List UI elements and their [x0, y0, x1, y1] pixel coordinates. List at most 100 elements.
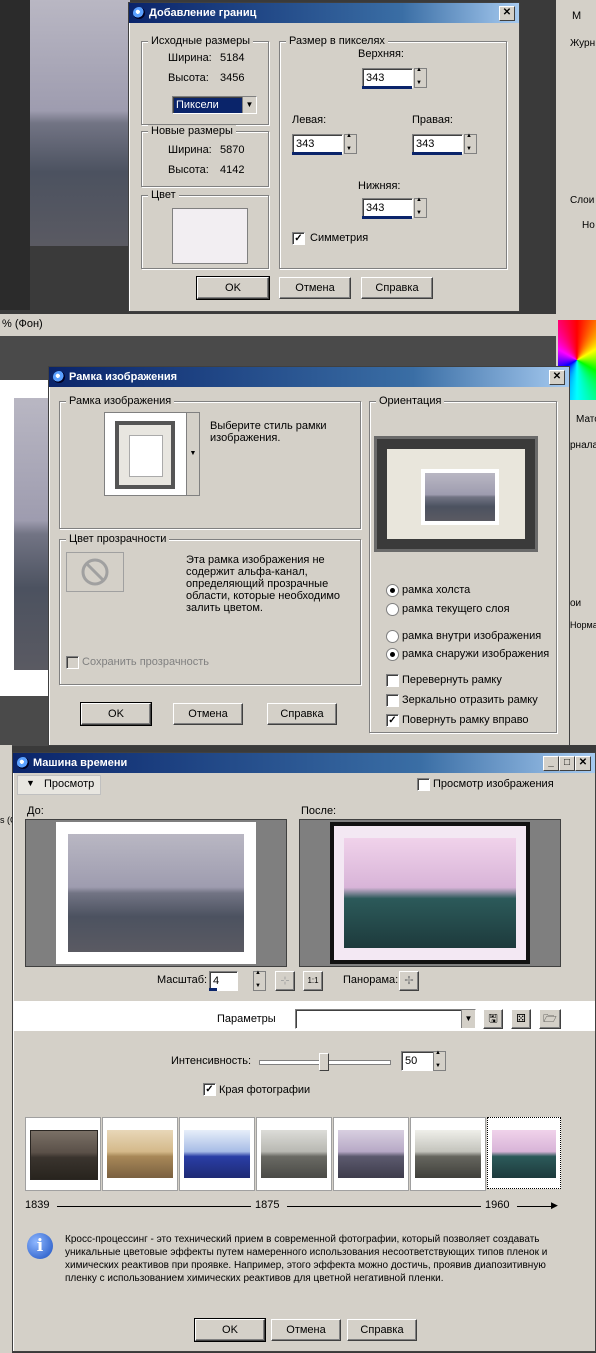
- symmetry-label[interactable]: Симметрия: [310, 232, 368, 244]
- bg-right-item[interactable]: Слои: [570, 195, 594, 206]
- flip-frame-checkbox[interactable]: [386, 674, 399, 687]
- app-icon: [133, 7, 145, 19]
- before-preview[interactable]: [25, 819, 287, 967]
- left-input[interactable]: 343: [292, 134, 343, 154]
- photo-edges-checkbox[interactable]: ✓: [203, 1083, 216, 1096]
- app-icon: [17, 757, 29, 769]
- era-thumb-6[interactable]: [410, 1117, 486, 1191]
- color-group: Цвет: [141, 189, 269, 269]
- group-label: Рамка изображения: [66, 395, 175, 407]
- transparency-swatch[interactable]: [66, 552, 124, 592]
- rotate-frame-checkbox[interactable]: ✓: [386, 714, 399, 727]
- left-spin[interactable]: [344, 133, 357, 154]
- current-layer-frame-label[interactable]: рамка текущего слоя: [402, 603, 510, 615]
- scale-spin[interactable]: [253, 970, 266, 991]
- era-thumb-4[interactable]: [256, 1117, 332, 1191]
- cancel-button[interactable]: Отмена: [271, 1319, 341, 1341]
- era-thumb-image: [30, 1130, 98, 1180]
- bg-right-item[interactable]: Норма: [570, 620, 596, 630]
- era-thumb-image: [338, 1130, 404, 1178]
- top-input[interactable]: 343: [362, 68, 413, 88]
- intensity-spin[interactable]: [433, 1050, 446, 1071]
- frame-preview-button[interactable]: ▼: [104, 412, 200, 496]
- ok-button[interactable]: OK: [196, 276, 270, 300]
- minimize-icon[interactable]: _: [543, 756, 559, 771]
- frame-thumbnail: [115, 421, 175, 489]
- era-thumb-3[interactable]: [179, 1117, 255, 1191]
- era-thumb-5[interactable]: [333, 1117, 409, 1191]
- help-button[interactable]: Справка: [267, 703, 337, 725]
- intensity-input[interactable]: 50: [401, 1051, 434, 1071]
- chevron-down-icon[interactable]: ▼: [461, 1010, 475, 1028]
- keep-transparency-checkbox[interactable]: [66, 656, 79, 669]
- pan-button[interactable]: ✢: [399, 971, 419, 991]
- after-label: После:: [301, 805, 337, 817]
- arrow-right-icon: ▶: [551, 1200, 558, 1210]
- preview-toggle-button[interactable]: ▼ Просмотр: [17, 775, 101, 795]
- flip-frame-label[interactable]: Перевернуть рамку: [402, 674, 502, 686]
- after-preview[interactable]: [299, 819, 561, 967]
- save-preset-button[interactable]: 🖫: [483, 1009, 503, 1029]
- left-label: Левая:: [292, 114, 327, 126]
- bg-right-item[interactable]: рнала: [570, 440, 596, 451]
- intensity-label: Интенсивность:: [171, 1055, 252, 1067]
- help-button[interactable]: Справка: [361, 277, 433, 299]
- bg-right-item[interactable]: ои: [570, 598, 581, 609]
- fit-zoom-button[interactable]: ⊹: [275, 971, 295, 991]
- chevron-down-icon[interactable]: ▼: [242, 97, 256, 113]
- keep-transparency-label[interactable]: Сохранить прозрачность: [82, 656, 209, 668]
- bg-right-item[interactable]: Журн: [570, 38, 595, 49]
- zoom-actual-button[interactable]: 1:1: [303, 971, 323, 991]
- dialog-titlebar[interactable]: Рамка изображения ✕: [49, 367, 569, 387]
- era-thumb-7-selected[interactable]: [487, 1117, 561, 1189]
- inside-frame-radio[interactable]: [386, 630, 399, 643]
- ok-button[interactable]: OK: [194, 1318, 266, 1342]
- era-thumb-image: [415, 1130, 481, 1178]
- preview-image-checkbox[interactable]: [417, 778, 430, 791]
- inside-frame-label[interactable]: рамка внутри изображения: [402, 630, 541, 642]
- slider-thumb[interactable]: [319, 1053, 329, 1071]
- era-thumb-2[interactable]: [102, 1117, 178, 1191]
- right-input[interactable]: 343: [412, 134, 463, 154]
- ok-button[interactable]: OK: [80, 702, 152, 726]
- cancel-button[interactable]: Отмена: [173, 703, 243, 725]
- era-thumb-1[interactable]: [25, 1117, 101, 1191]
- bottom-spin[interactable]: [414, 197, 427, 218]
- cancel-button[interactable]: Отмена: [279, 277, 351, 299]
- photo-edges-label[interactable]: Края фотографии: [219, 1084, 310, 1096]
- current-layer-frame-radio[interactable]: [386, 603, 399, 616]
- close-icon[interactable]: ✕: [575, 756, 591, 771]
- bg-right-item[interactable]: Мато: [576, 414, 596, 425]
- mirror-frame-label[interactable]: Зеркально отразить рамку: [402, 694, 538, 706]
- chevron-down-icon[interactable]: ▼: [186, 413, 199, 495]
- bottom-input[interactable]: 343: [362, 198, 413, 218]
- rotate-frame-label[interactable]: Повернуть рамку вправо: [402, 714, 529, 726]
- bg-right-item[interactable]: Но: [582, 220, 595, 231]
- top-spin[interactable]: [414, 67, 427, 88]
- color-swatch[interactable]: [172, 208, 248, 264]
- outside-frame-radio[interactable]: [386, 648, 399, 661]
- manage-presets-button[interactable]: 🗁: [539, 1009, 561, 1029]
- close-icon[interactable]: ✕: [499, 6, 515, 21]
- symmetry-checkbox[interactable]: ✓: [292, 232, 305, 245]
- random-preset-button[interactable]: ⚄: [511, 1009, 531, 1029]
- unit-select[interactable]: Пиксели ▼: [172, 96, 257, 114]
- outside-frame-label[interactable]: рамка снаружи изображения: [402, 648, 549, 660]
- close-icon[interactable]: ✕: [549, 370, 565, 385]
- preview-image-label[interactable]: Просмотр изображения: [433, 778, 554, 790]
- mirror-frame-checkbox[interactable]: [386, 694, 399, 707]
- dialog-titlebar[interactable]: Добавление границ ✕: [129, 3, 519, 23]
- canvas-frame-radio[interactable]: [386, 584, 399, 597]
- help-button[interactable]: Справка: [347, 1319, 417, 1341]
- timeline-label-start: 1839: [25, 1199, 50, 1211]
- era-thumb-image: [107, 1130, 173, 1178]
- group-label: Новые размеры: [148, 125, 236, 137]
- presets-select[interactable]: ▼: [295, 1009, 476, 1029]
- bg-doc-tab: [0, 314, 556, 336]
- dialog-titlebar[interactable]: Машина времени _ □ ✕: [13, 753, 595, 773]
- canvas-frame-label[interactable]: рамка холста: [402, 584, 470, 596]
- maximize-icon[interactable]: □: [559, 756, 575, 771]
- intensity-slider[interactable]: [259, 1053, 391, 1071]
- bg-right-item[interactable]: М: [572, 10, 581, 22]
- right-spin[interactable]: [464, 133, 477, 154]
